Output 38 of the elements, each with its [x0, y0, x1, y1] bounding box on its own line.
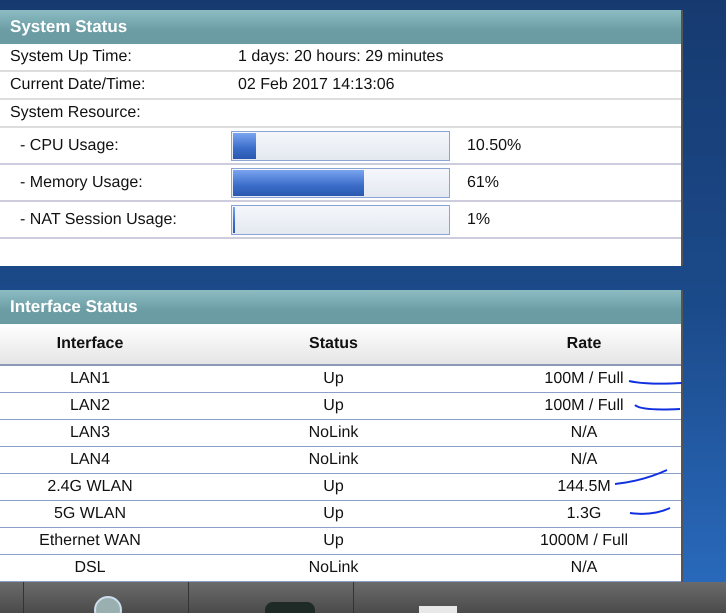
usage-value: 61% — [467, 172, 500, 192]
pen-stroke — [633, 402, 682, 412]
field-label: - Memory Usage: — [20, 172, 144, 192]
table-cell: N/A — [487, 447, 681, 474]
table-cell: LAN4 — [0, 447, 180, 474]
field-label: System Up Time: — [10, 47, 133, 67]
panel-title: System Status — [0, 10, 681, 44]
table-cell: Up — [180, 501, 487, 528]
usage-value: 10.50% — [467, 136, 522, 156]
table-cell: 1.3G — [487, 501, 681, 528]
table-cell: LAN3 — [0, 420, 180, 447]
field-label: Current Date/Time: — [10, 75, 146, 95]
field-label: - CPU Usage: — [20, 136, 120, 156]
table-cell: 144.5M — [487, 474, 681, 501]
table-cell: 100M / Full — [487, 393, 681, 420]
table-cell: LAN2 — [0, 393, 180, 420]
panel-title: Interface Status — [0, 290, 681, 324]
table-cell: Up — [180, 366, 487, 393]
table-cell: Up — [180, 528, 487, 555]
field-label: System Resource: — [10, 103, 142, 123]
table-cell: NoLink — [180, 447, 487, 474]
table-cell: LAN1 — [0, 366, 180, 393]
table-cell: Up — [180, 474, 487, 501]
table-cell: 2.4G WLAN — [0, 474, 180, 501]
table-cell: N/A — [487, 420, 681, 447]
table-cell: Up — [180, 393, 487, 420]
field-label: - NAT Session Usage: — [20, 210, 178, 230]
table-cell: 5G WLAN — [0, 501, 180, 528]
field-value: 1 days: 20 hours: 29 minutes — [238, 47, 444, 67]
pen-stroke — [628, 505, 672, 517]
pen-stroke — [627, 377, 684, 386]
table-cell: Ethernet WAN — [0, 528, 180, 555]
table-cell: NoLink — [180, 420, 487, 447]
pen-stroke — [613, 467, 669, 487]
table-cell: 1000M / Full — [487, 528, 681, 555]
table-cell: 100M / Full — [487, 366, 681, 393]
field-value: 02 Feb 2017 14:13:06 — [238, 75, 395, 95]
usage-value: 1% — [467, 210, 490, 230]
